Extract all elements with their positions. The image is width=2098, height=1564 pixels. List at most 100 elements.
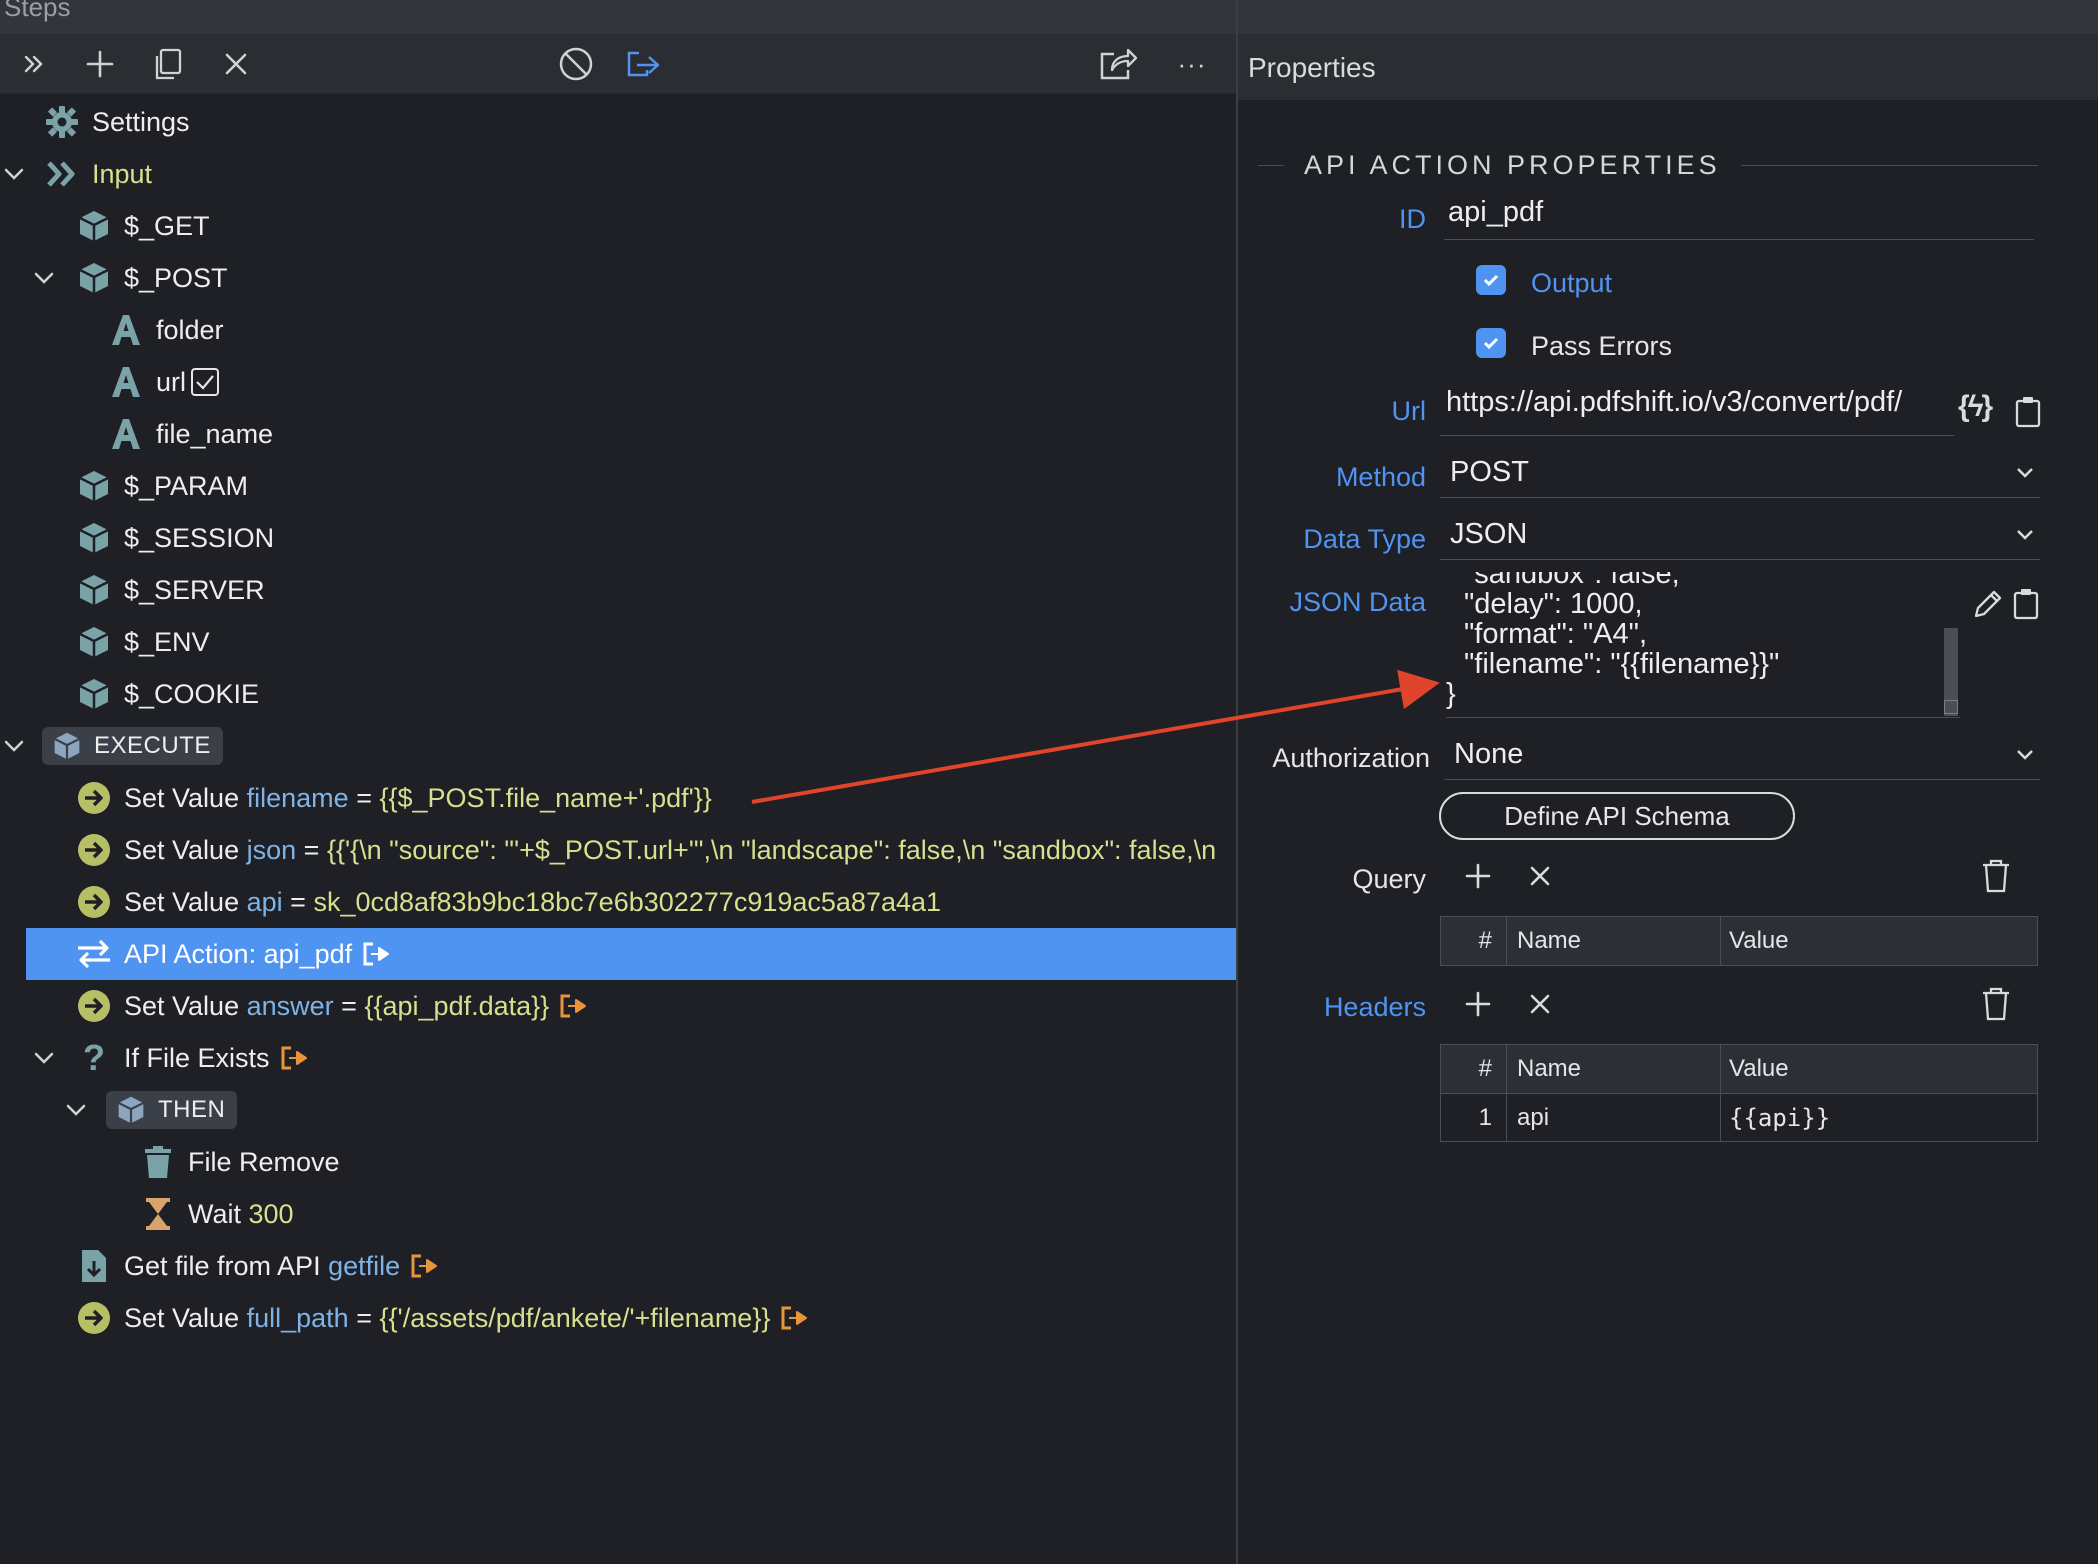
define-api-schema-button[interactable]: Define API Schema [1439,792,1795,840]
chevron-down-icon [2016,529,2034,541]
header-value-cell[interactable]: {{api}} [1721,1094,2037,1141]
step-kind: Wait [188,1198,241,1229]
step-expression: {{'{\n "source": "'+$_POST.url+'",\n "la… [326,834,1217,865]
tree-item-label: $_ENV [124,626,210,657]
json-line: "filename": "{{filename}}" [1464,648,1780,680]
clipboard-icon[interactable] [2006,584,2046,624]
cube-icon [74,258,114,298]
text-field-icon [106,362,146,402]
trash-icon[interactable] [1976,856,2016,896]
close-icon[interactable] [1520,856,1560,896]
chevron-down-icon[interactable] [0,160,28,188]
goto-arrow-icon[interactable] [622,42,666,86]
step-kind: Set Value [124,1302,240,1333]
pencil-icon[interactable] [1968,584,2008,624]
properties-header: Properties [1238,34,2098,100]
step-expression: {{$_POST.file_name+'.pdf'}} [379,782,712,813]
method-value: POST [1450,456,1529,488]
close-icon[interactable] [214,42,258,86]
swap-arrows-icon [74,934,114,974]
chevron-down-icon[interactable] [62,1096,90,1124]
tree-item-folder[interactable]: folder [0,304,1236,356]
row-index: 1 [1441,1094,1507,1141]
output-exit-icon [780,1305,808,1331]
output-label[interactable]: Output [1531,268,1612,299]
dynamic-data-picker-icon[interactable]: {ϟ} [1958,390,1993,424]
tree-item-env[interactable]: $_ENV [0,616,1236,668]
trash-icon[interactable] [1976,984,2016,1024]
cube-icon [74,622,114,662]
close-icon[interactable] [1520,984,1560,1024]
plus-icon[interactable] [1458,984,1498,1024]
tree-item-param[interactable]: $_PARAM [0,460,1236,512]
cube-icon [74,518,114,558]
equals-sign: = [356,782,372,813]
headers-label: Headers [1323,992,1426,1022]
share-icon[interactable] [1096,42,1140,86]
chevron-down-icon[interactable] [30,264,58,292]
then-label: THEN [158,1096,226,1123]
tree-item-server[interactable]: $_SERVER [0,564,1236,616]
step-if-file-exists[interactable]: ? If File Exists [0,1032,1236,1084]
cube-icon [74,206,114,246]
tree-item-session[interactable]: $_SESSION [0,512,1236,564]
step-label: Set Value api = sk_0cd8af83b9bc18bc7e6b3… [124,887,941,918]
clipboard-icon[interactable] [2008,392,2048,432]
output-exit-icon [559,993,587,1019]
tree-item-input[interactable]: Input [0,148,1236,200]
step-set-value-api[interactable]: Set Value api = sk_0cd8af83b9bc18bc7e6b3… [0,876,1236,928]
copy-icon[interactable] [146,42,190,86]
id-input[interactable]: api_pdf [1444,196,2034,240]
chevron-down-icon[interactable] [0,732,28,760]
table-row[interactable]: 1 api {{api}} [1441,1093,2037,1141]
equals-sign: = [341,990,357,1021]
step-set-value-filename[interactable]: Set Value filename = {{$_POST.file_name+… [0,772,1236,824]
resize-handle-icon[interactable] [1944,700,1958,714]
more-menu-button[interactable]: ··· [1170,42,1214,86]
cube-icon [74,466,114,506]
plus-icon[interactable] [1458,856,1498,896]
step-set-value-answer[interactable]: Set Value answer = {{api_pdf.data}} [0,980,1236,1032]
tree-item-execute[interactable]: EXECUTE [0,720,1236,772]
step-set-value-full-path[interactable]: Set Value full_path = {{'/assets/pdf/ank… [0,1292,1236,1344]
pass-errors-label[interactable]: Pass Errors [1531,331,1672,362]
authorization-value: None [1454,738,1524,770]
step-set-value-json[interactable]: Set Value json = {{'{\n "source": "'+$_P… [0,824,1236,876]
step-api-action[interactable]: API Action: api_pdf [26,928,1236,980]
tree-item-then[interactable]: THEN [0,1084,1236,1136]
arrow-circle-right-icon [74,882,114,922]
step-label: If File Exists [124,1043,308,1074]
execute-block: EXECUTE [42,727,223,765]
plus-icon[interactable] [78,42,122,86]
step-variable: api [246,886,283,917]
method-select[interactable]: POST [1440,448,2040,498]
json-data-textarea[interactable]: "sandbox": false, "delay": 1000, "format… [1446,572,1960,718]
header-name-cell[interactable]: api [1507,1094,1721,1141]
if-file-exists-label: If File Exists [124,1042,270,1073]
step-file-remove[interactable]: File Remove [0,1136,1236,1188]
query-label: Query [1352,864,1426,894]
api-action-label: API Action: api_pdf [124,938,353,969]
tree-item-url[interactable]: url [0,356,1236,408]
tree-item-label: folder [156,314,224,345]
data-type-select[interactable]: JSON [1440,510,2040,560]
step-wait[interactable]: Wait 300 [0,1188,1236,1240]
pass-errors-checkbox[interactable] [1476,328,1506,358]
output-exit-icon [410,1253,438,1279]
tree-item-cookie[interactable]: $_COOKIE [0,668,1236,720]
chevron-down-icon[interactable] [30,1044,58,1072]
step-label: API Action: api_pdf [124,939,390,970]
step-kind: Set Value [124,834,240,865]
tree-item-label: url [156,367,220,398]
cube-icon [74,674,114,714]
step-get-file[interactable]: Get file from API getfile [0,1240,1236,1292]
url-input[interactable]: https://api.pdfshift.io/v3/convert/pdf/ [1440,386,1954,436]
double-chevron-right-icon[interactable] [12,42,56,86]
output-checkbox[interactable] [1476,265,1506,295]
tree-item-file-name[interactable]: file_name [0,408,1236,460]
authorization-select[interactable]: None [1444,730,2040,780]
tree-item-settings[interactable]: Settings [0,96,1236,148]
tree-item-get[interactable]: $_GET [0,200,1236,252]
ban-icon[interactable] [554,42,598,86]
tree-item-post[interactable]: $_POST [0,252,1236,304]
